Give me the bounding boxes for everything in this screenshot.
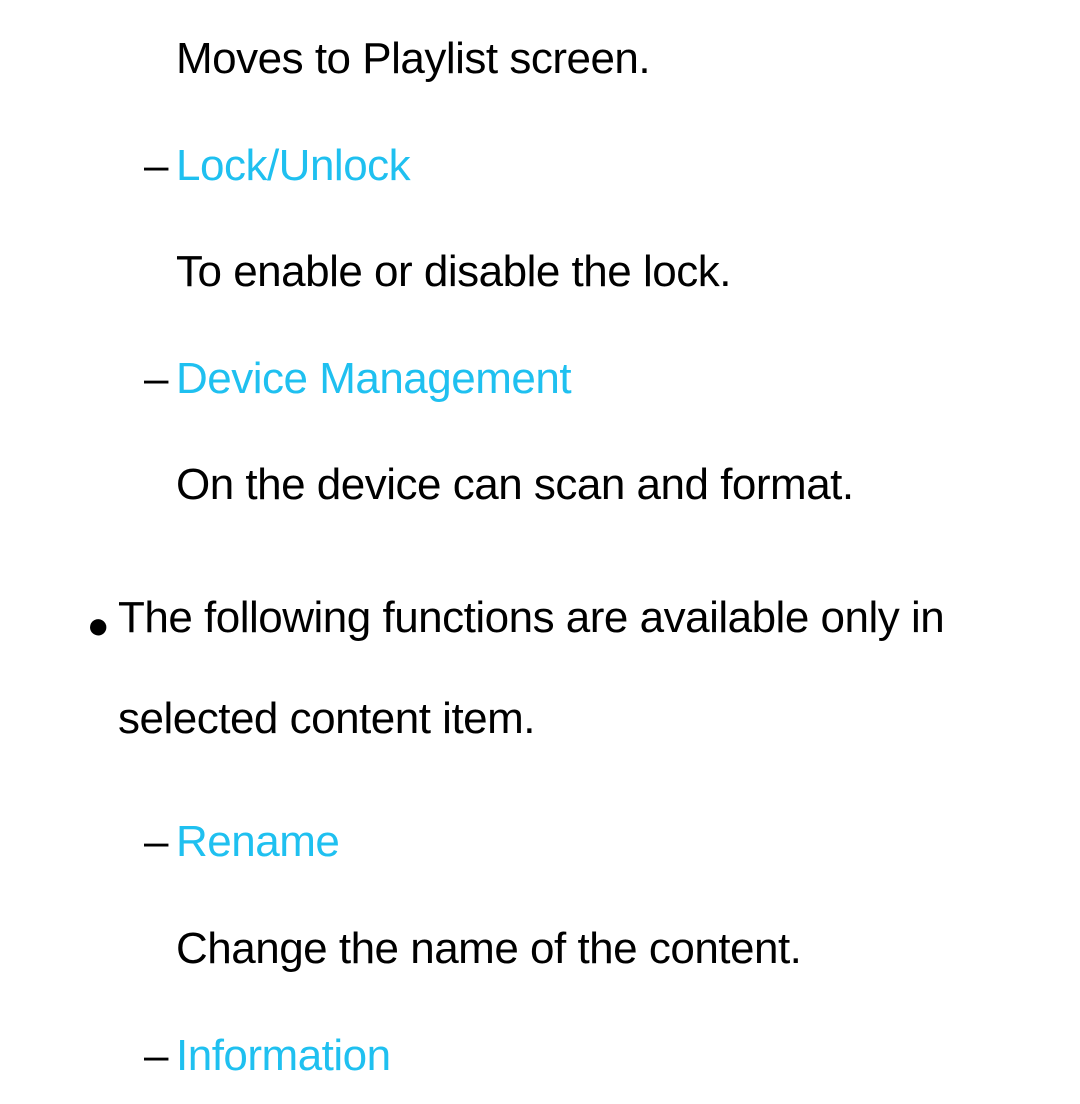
term-lock-unlock: Lock/Unlock [176,141,1040,192]
desc-text: Moves to Playlist screen. [176,34,1040,85]
dash-icon: – [136,141,176,192]
term-row-device-management: – Device Management [40,354,1040,405]
bullet-text: The following functions are available on… [118,567,1040,769]
term-rename: Rename [176,817,1040,868]
desc-text: To enable or disable the lock. [176,247,1040,298]
term-row-rename: – Rename [40,817,1040,868]
term-device-management: Device Management [176,354,1040,405]
bullet-row-functions: ● The following functions are available … [40,567,1040,769]
dash-icon: – [136,817,176,868]
term-row-information: – Information [40,1031,1040,1082]
desc-text: Change the name of the content. [176,924,1040,975]
desc-line: Change the name of the content. [40,924,1040,975]
term-information: Information [176,1031,1040,1082]
desc-line: On the device can scan and format. [40,460,1040,511]
desc-line: To enable or disable the lock. [40,247,1040,298]
bullet-icon: ● [78,567,118,668]
term-row-lock-unlock: – Lock/Unlock [40,141,1040,192]
desc-text: On the device can scan and format. [176,460,1040,511]
document-page: Moves to Playlist screen. – Lock/Unlock … [0,0,1080,1104]
desc-line: Moves to Playlist screen. [40,34,1040,85]
dash-icon: – [136,1031,176,1082]
dash-icon: – [136,354,176,405]
